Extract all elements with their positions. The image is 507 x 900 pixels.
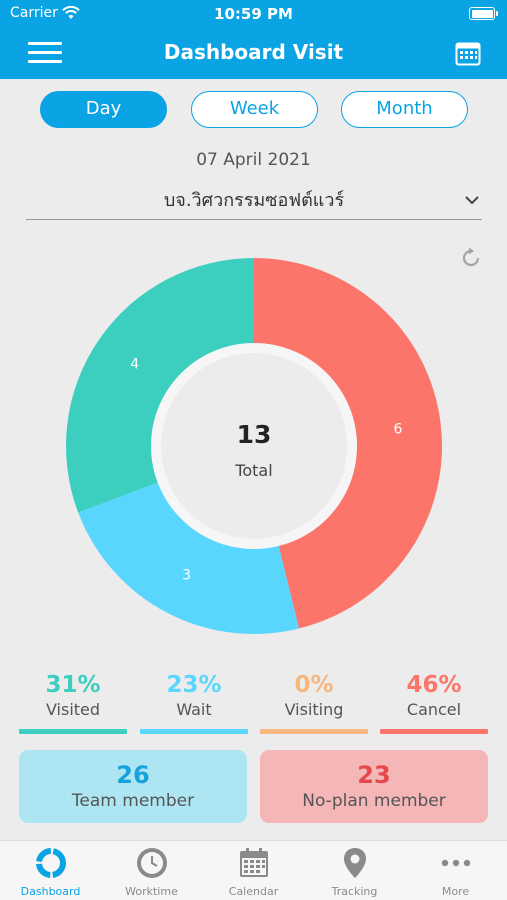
no-plan-member-count: 23 (357, 761, 391, 789)
stat-underline-cancel (380, 729, 488, 734)
stat-percent: 31% (45, 672, 101, 698)
slice-value-label: 3 (182, 567, 191, 583)
stat-wait: 23% Wait (140, 672, 248, 719)
slice-value-label: 4 (130, 357, 139, 373)
stat-percent: 46% (406, 672, 462, 698)
no-plan-member-card[interactable]: 23 No-plan member (260, 750, 488, 823)
stat-underline-visited (19, 729, 127, 734)
tab-label: Calendar (228, 885, 279, 898)
stat-percent: 23% (166, 672, 222, 698)
stat-label: Visiting (284, 700, 344, 719)
stat-label: Wait (176, 700, 212, 719)
calendar-icon (239, 848, 268, 877)
tab-label: Dashboard (20, 885, 81, 898)
stat-label: Cancel (406, 700, 462, 719)
no-plan-member-label: No-plan member (302, 791, 446, 811)
tab-worktime[interactable]: Worktime (101, 841, 202, 900)
total-label: Total (234, 461, 272, 480)
team-member-card[interactable]: 26 Team member (19, 750, 247, 823)
more-icon (441, 859, 470, 867)
slice-value-label: 6 (393, 422, 402, 438)
stat-cancel: 46% Cancel (380, 672, 488, 719)
map-pin-icon (343, 848, 366, 878)
stat-underline-wait (140, 729, 248, 734)
stat-underline-visiting (260, 729, 368, 734)
stat-percent: 0% (294, 672, 334, 698)
tab-label: More (441, 885, 470, 898)
tab-dashboard[interactable]: Dashboard (0, 841, 101, 900)
tab-tracking[interactable]: Tracking (304, 841, 405, 900)
visit-donut-chart: 13 Total 6 3 4 (66, 258, 442, 634)
stat-visiting: 0% Visiting (260, 672, 368, 719)
total-value: 13 (237, 420, 272, 449)
stat-visited: 31% Visited (19, 672, 127, 719)
dashboard-icon (35, 848, 66, 878)
clock-icon (136, 848, 167, 878)
tab-more[interactable]: More (405, 841, 506, 900)
tab-calendar[interactable]: Calendar (203, 841, 304, 900)
stat-label: Visited (45, 700, 101, 719)
team-member-count: 26 (116, 761, 150, 789)
tab-bar: Dashboard Worktime Calendar Tracking Mor… (0, 840, 507, 900)
tab-label: Worktime (125, 885, 178, 898)
team-member-label: Team member (71, 791, 195, 811)
tab-label: Tracking (331, 885, 378, 898)
